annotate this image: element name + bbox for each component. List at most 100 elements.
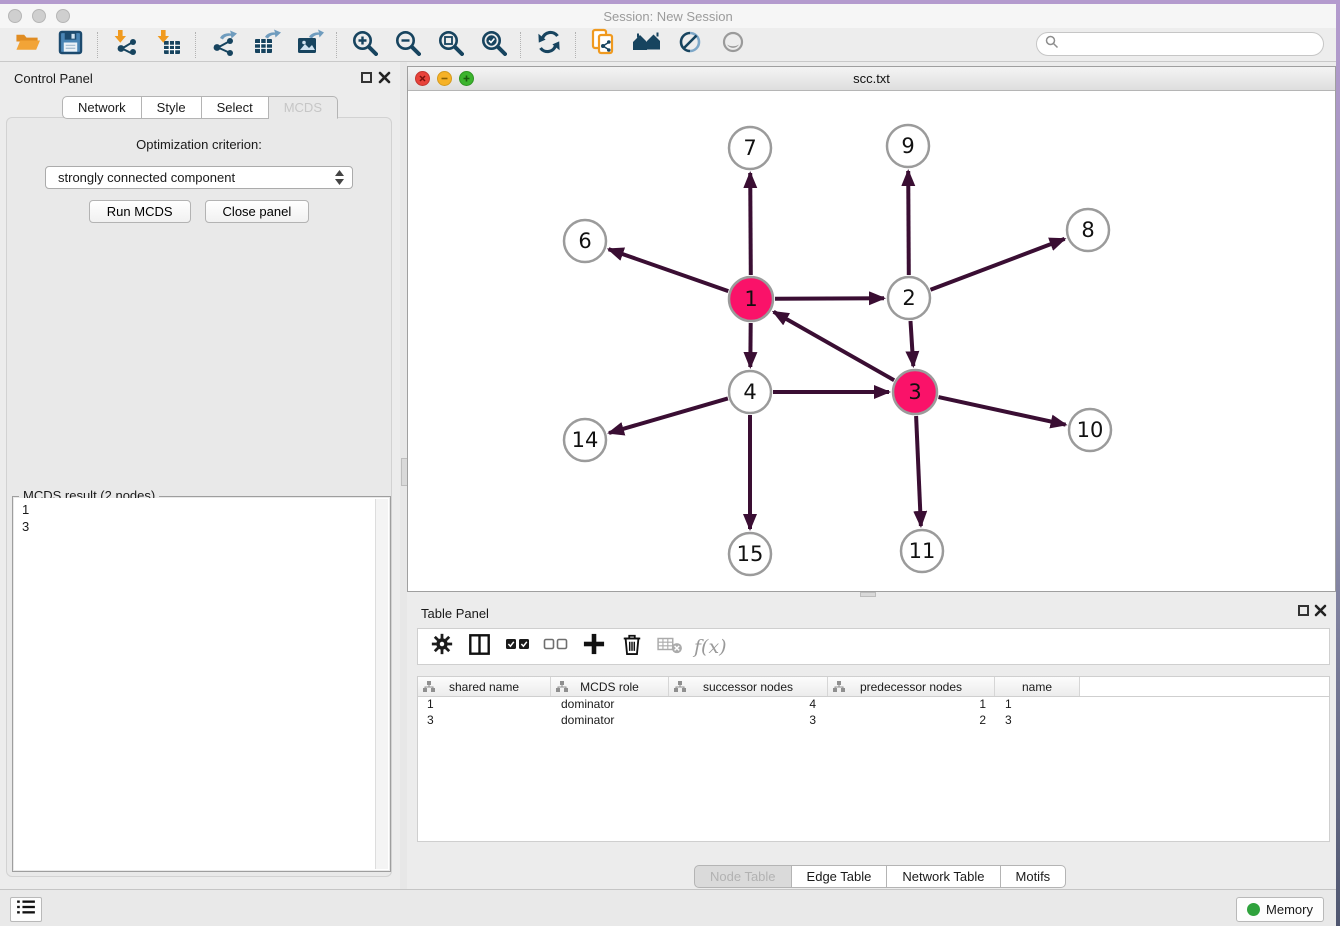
home-button[interactable] xyxy=(625,30,668,60)
vertical-splitter[interactable] xyxy=(400,62,407,890)
toolbar-separator xyxy=(575,32,577,58)
column-header-mcds-role[interactable]: MCDS role xyxy=(551,677,669,696)
table-row[interactable]: 1 dominator 4 1 1 xyxy=(418,697,1329,713)
search-input[interactable] xyxy=(1064,36,1323,53)
cell-shared-name[interactable]: 3 xyxy=(418,713,551,729)
table-panel-title: Table Panel xyxy=(421,606,489,621)
cell-mcds-role[interactable]: dominator xyxy=(551,713,669,729)
column-header-shared-name[interactable]: shared name xyxy=(418,677,551,696)
export-network-button[interactable] xyxy=(202,30,245,60)
cell-successor-nodes[interactable]: 4 xyxy=(669,697,828,713)
export-image-icon xyxy=(296,29,324,61)
column-header-successor-nodes[interactable]: successor nodes xyxy=(669,677,828,696)
graph-edge-1-6[interactable] xyxy=(609,249,729,291)
graph-edge-2-9[interactable] xyxy=(908,171,909,275)
network-canvas[interactable]: 7968124314101511 xyxy=(408,91,1335,592)
cell-shared-name[interactable]: 1 xyxy=(418,697,551,713)
cell-mcds-role[interactable]: dominator xyxy=(551,697,669,713)
graph-edge-3-11[interactable] xyxy=(916,416,921,526)
list-icon xyxy=(16,899,36,920)
search-icon xyxy=(1045,35,1059,54)
show-hidden-button[interactable] xyxy=(711,30,754,60)
import-network-button[interactable] xyxy=(104,30,147,60)
task-history-button[interactable] xyxy=(10,897,42,922)
cell-name[interactable]: 1 xyxy=(995,697,1080,713)
column-header-predecessor-nodes[interactable]: predecessor nodes xyxy=(828,677,995,696)
open-folder-icon xyxy=(14,29,41,60)
graph-edge-4-14[interactable] xyxy=(609,398,728,433)
graph-node-label: 9 xyxy=(901,134,914,158)
save-session-button[interactable] xyxy=(49,30,92,60)
graph-edge-1-2[interactable] xyxy=(775,298,884,299)
graph-edge-3-1[interactable] xyxy=(774,312,895,380)
table-settings-button[interactable] xyxy=(428,633,455,660)
zoom-fit-button[interactable] xyxy=(429,30,472,60)
tab-edge-table[interactable]: Edge Table xyxy=(792,865,888,888)
graph-edge-1-7[interactable] xyxy=(750,173,751,275)
tab-node-table[interactable]: Node Table xyxy=(694,865,792,888)
select-all-button[interactable] xyxy=(504,633,531,660)
create-column-button[interactable] xyxy=(580,633,607,660)
clone-network-button[interactable] xyxy=(582,30,625,60)
float-table-panel-icon[interactable] xyxy=(1298,605,1309,616)
checked-boxes-icon xyxy=(505,637,530,656)
import-table-button[interactable] xyxy=(147,30,190,60)
zoom-in-button[interactable] xyxy=(343,30,386,60)
graph-edge-3-10[interactable] xyxy=(939,397,1066,425)
cell-predecessor-nodes[interactable]: 1 xyxy=(828,697,995,713)
import-network-icon xyxy=(112,29,139,61)
table-panel-tabs: Node Table Edge Table Network Table Moti… xyxy=(694,865,1066,888)
show-columns-button[interactable] xyxy=(466,633,493,660)
graph-edge-2-8[interactable] xyxy=(931,239,1065,290)
import-table-icon xyxy=(155,29,182,61)
table-row[interactable]: 3 dominator 3 2 3 xyxy=(418,713,1329,729)
save-floppy-icon xyxy=(58,30,83,60)
network-window-titlebar[interactable]: scc.txt xyxy=(408,67,1335,91)
cell-predecessor-nodes[interactable]: 2 xyxy=(828,713,995,729)
tab-select[interactable]: Select xyxy=(202,96,269,119)
criterion-select[interactable]: strongly connected component xyxy=(45,166,353,189)
deselect-all-button[interactable] xyxy=(542,633,569,660)
graph-edge-2-3[interactable] xyxy=(911,321,914,366)
open-session-button[interactable] xyxy=(6,30,49,60)
export-network-icon xyxy=(210,29,237,61)
column-type-icon xyxy=(833,681,845,693)
result-scrollbar[interactable] xyxy=(375,499,388,869)
search-field[interactable] xyxy=(1036,32,1324,56)
cell-name[interactable]: 3 xyxy=(995,713,1080,729)
tab-motifs[interactable]: Motifs xyxy=(1001,865,1067,888)
mcds-result-line: 1 xyxy=(22,501,389,518)
export-image-button[interactable] xyxy=(288,30,331,60)
node-table-header: shared name MCDS role successor nodes pr… xyxy=(418,677,1329,697)
zoom-out-button[interactable] xyxy=(386,30,429,60)
graph-node-label: 1 xyxy=(744,287,757,311)
fx-icon: f(x) xyxy=(694,636,727,658)
run-mcds-button[interactable]: Run MCDS xyxy=(89,200,191,223)
float-panel-icon[interactable] xyxy=(361,72,372,83)
graph-canvas-svg: 7968124314101511 xyxy=(408,91,1335,592)
status-bar: Memory xyxy=(0,889,1336,926)
delete-table-button-disabled xyxy=(656,633,683,660)
table-toolbar: f(x) xyxy=(417,628,1330,665)
cell-successor-nodes[interactable]: 3 xyxy=(669,713,828,729)
close-table-panel-icon[interactable] xyxy=(1314,604,1327,617)
network-window-title: scc.txt xyxy=(408,71,1335,86)
graph-node-label: 8 xyxy=(1081,218,1094,242)
criterion-selected-value: strongly connected component xyxy=(58,170,235,185)
column-header-name[interactable]: name xyxy=(995,677,1080,696)
refresh-button[interactable] xyxy=(527,30,570,60)
memory-button[interactable]: Memory xyxy=(1236,897,1324,922)
tab-style[interactable]: Style xyxy=(142,96,202,119)
zoom-selected-button[interactable] xyxy=(472,30,515,60)
export-table-button[interactable] xyxy=(245,30,288,60)
tab-mcds[interactable]: MCDS xyxy=(269,96,338,119)
delete-column-button[interactable] xyxy=(618,633,645,660)
hide-selected-button[interactable] xyxy=(668,30,711,60)
mcds-result-text[interactable]: 1 3 xyxy=(14,498,389,870)
graph-node-label: 15 xyxy=(737,542,764,566)
plus-icon xyxy=(583,633,605,660)
tab-network-table[interactable]: Network Table xyxy=(887,865,1000,888)
tab-network[interactable]: Network xyxy=(62,96,142,119)
close-panel-icon[interactable] xyxy=(378,71,391,84)
close-panel-button[interactable]: Close panel xyxy=(205,200,310,223)
